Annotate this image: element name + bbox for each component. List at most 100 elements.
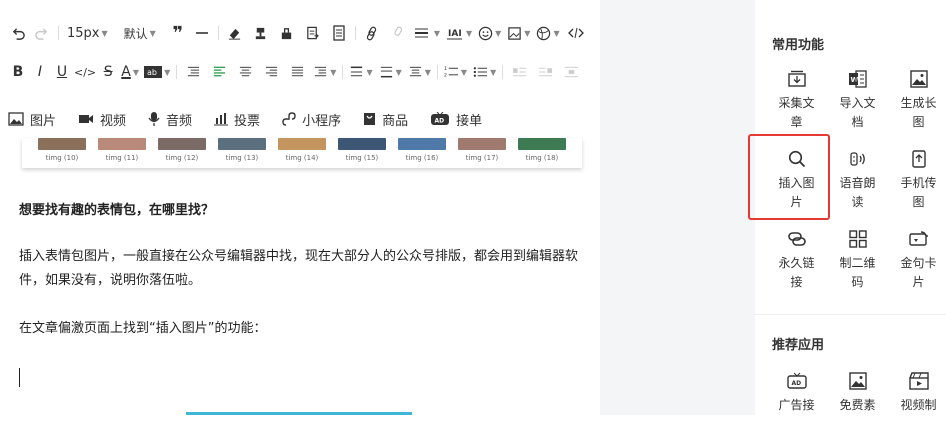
align-left-icon[interactable] (209, 59, 229, 85)
font-family-select[interactable]: 默认 ▼ (124, 20, 156, 46)
align-center-icon[interactable] (235, 59, 255, 85)
clear-format-icon[interactable] (277, 20, 297, 46)
letter-spacing-select[interactable]: IAI ▼ (446, 20, 472, 46)
thumbnail-caption: timg (15) (345, 154, 379, 162)
chevron-down-icon: ▼ (460, 67, 468, 77)
indent-icon[interactable] (183, 59, 203, 85)
paste-doc-icon[interactable] (303, 20, 323, 46)
paragraph-spacing-after-select[interactable]: ▼ (379, 59, 402, 85)
func-phone-upload[interactable]: 手机传图 (888, 142, 946, 222)
func-import-doc[interactable]: W 导入文档 (827, 62, 888, 142)
redo-button[interactable] (30, 20, 52, 46)
blockquote-button[interactable]: ❞ (168, 20, 188, 46)
font-color-button[interactable]: A ▼ (120, 59, 140, 85)
thumbnail-item[interactable]: timg (15) (338, 138, 386, 162)
float-left-icon[interactable] (509, 59, 529, 85)
strikethrough-button[interactable]: S (98, 59, 118, 85)
thumbnail-image (38, 138, 86, 150)
thumbnail-item[interactable]: timg (18) (518, 138, 566, 162)
toolbar-divider (354, 26, 356, 40)
paragraph-spacing-before-select[interactable]: ▼ (349, 59, 373, 85)
thumbnail-item[interactable]: timg (14) (278, 138, 326, 162)
thumbnail-item[interactable]: timg (17) (458, 138, 506, 162)
content-heading[interactable]: 想要找有趣的表情包，在哪里找？ (19, 199, 579, 223)
section-title-common: 常用功能 (772, 38, 825, 53)
horizontal-rule-button[interactable] (192, 20, 212, 46)
float-right-icon[interactable] (535, 59, 555, 85)
svg-text:ab: ab (147, 68, 157, 77)
svg-text:2: 2 (444, 73, 447, 79)
insert-vote-button[interactable]: 投票 (214, 110, 260, 129)
func-collect-article[interactable]: 采集文章 (766, 62, 827, 142)
inline-code-button[interactable]: </> (74, 59, 96, 85)
chevron-down-icon: ▼ (132, 67, 139, 77)
func-voice-read[interactable]: 语音朗读 (827, 142, 888, 222)
func-qrcode[interactable]: 制二维码 (827, 222, 888, 302)
underline-button[interactable]: U (52, 59, 72, 85)
code-view-icon[interactable] (566, 20, 586, 46)
ad-tv-icon: AD (786, 370, 808, 392)
toolbar-divider (217, 26, 219, 40)
thumbnail-image (98, 138, 146, 150)
thumbnail-image (278, 138, 326, 150)
func-quote-card[interactable]: 金句卡片 (888, 222, 946, 302)
line-height-select[interactable]: ▼ (414, 20, 440, 46)
insert-vote-label: 投票 (234, 113, 261, 129)
side-padding-select[interactable]: ▼ (408, 59, 431, 85)
insert-product-button[interactable]: 商品 (363, 110, 408, 129)
eraser-icon[interactable] (225, 20, 245, 46)
align-justify-icon[interactable] (287, 59, 307, 85)
thumbnail-caption: timg (12) (165, 154, 199, 162)
app-video-make[interactable]: 视频制 (888, 364, 946, 444)
app-ad[interactable]: AD 广告接 (766, 364, 827, 444)
unordered-list-select[interactable]: ▼ (473, 59, 496, 85)
thumbnail-item[interactable]: timg (16) (398, 138, 446, 162)
func-insert-image[interactable]: 插入图片 (766, 142, 827, 222)
format-painter-icon[interactable] (251, 20, 271, 46)
app-label: 免费素 (839, 398, 876, 412)
svg-text:IAI: IAI (448, 29, 462, 39)
image-icon[interactable]: ▼ (507, 20, 530, 46)
thumbnail-item[interactable]: timg (12) (158, 138, 206, 162)
func-label: 导入文档 (839, 96, 876, 129)
section-title-apps: 推荐应用 (772, 338, 825, 353)
insert-mini-program-button[interactable]: 小程序 (282, 110, 341, 129)
background-color-button[interactable]: ab ▼ (144, 59, 170, 85)
float-none-icon[interactable] (561, 59, 581, 85)
font-size-select[interactable]: 15px ▼ (67, 20, 108, 46)
ordered-list-select[interactable]: 1 2 ▼ (444, 59, 467, 85)
thumbnail-image (158, 138, 206, 150)
thumbnail-item[interactable]: timg (10) (38, 138, 86, 162)
insert-audio-button[interactable]: 音频 (148, 110, 192, 129)
content-paragraph[interactable]: 在文章偏激页面上找到“插入图片”的功能： (19, 317, 579, 341)
unlink-icon[interactable] (388, 20, 408, 46)
document-icon[interactable] (329, 20, 349, 46)
emoji-icon[interactable]: ▼ (478, 20, 501, 46)
thumbnail-caption: timg (14) (285, 154, 319, 162)
text-indent-select[interactable]: ▼ (313, 59, 336, 85)
svg-text:AD: AD (791, 380, 801, 387)
globe-icon[interactable]: ▼ (536, 20, 560, 46)
video-icon (79, 115, 94, 123)
link-icon[interactable] (362, 20, 382, 46)
thumbnail-item[interactable]: timg (11) (98, 138, 146, 162)
align-right-icon[interactable] (261, 59, 281, 85)
thumbnail-caption: timg (16) (405, 154, 439, 162)
italic-button[interactable]: I (30, 59, 50, 85)
insert-ad-button[interactable]: AD 接单 (430, 110, 482, 129)
insert-image-button[interactable]: 图片 (8, 110, 56, 129)
bold-button[interactable]: B (8, 59, 28, 85)
thumbnail-item[interactable]: timg (13) (218, 138, 266, 162)
qrcode-icon (847, 228, 869, 250)
insert-bar: 图片 视频 音频 投票 小程序 商品 AD 接单 (8, 104, 504, 134)
undo-button[interactable] (8, 20, 28, 46)
func-label: 插入图片 (778, 176, 815, 209)
content-paragraph[interactable]: 插入表情包图片，一般直接在公众号编辑器中找，现在大部分人的公众号排版，都会用到编… (19, 245, 579, 293)
func-long-image[interactable]: 生成长图 (888, 62, 946, 142)
func-permanent-link[interactable]: 永久链接 (766, 222, 827, 302)
insert-video-button[interactable]: 视频 (78, 110, 126, 129)
app-free-image[interactable]: 免费素 (827, 364, 888, 444)
func-label: 手机传图 (900, 176, 937, 209)
toolbar-divider (342, 65, 344, 79)
toolbar-row-2: B I U </> S A ▼ ab ▼ ▼ ▼ ▼ ▼ 1 2 ▼ ▼ (8, 57, 581, 87)
